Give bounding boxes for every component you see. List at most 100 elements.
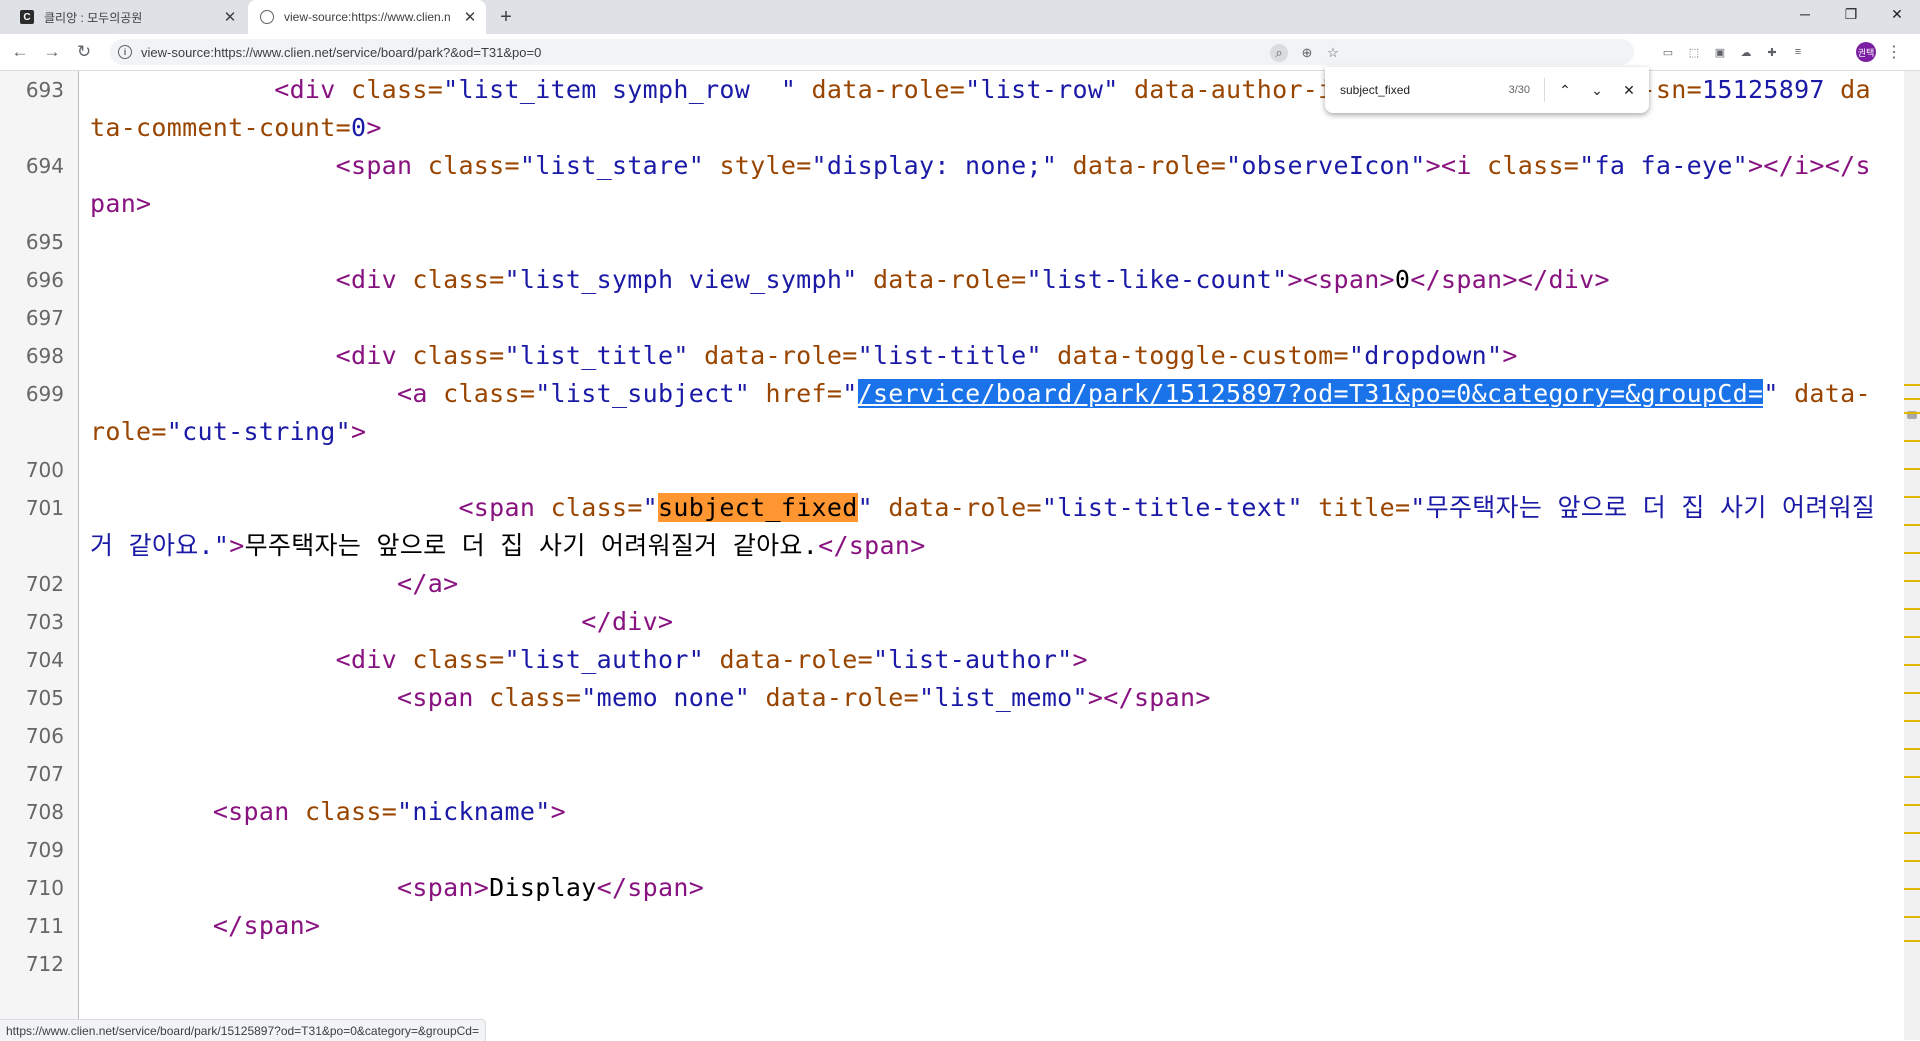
source-line: 706 [0, 717, 1904, 755]
source-line: 704 <div class="list_author" data-role="… [0, 641, 1904, 679]
new-tab-button[interactable]: + [494, 6, 518, 28]
code-text: <div class="list_title" data-role="list-… [335, 341, 1518, 370]
source-line: 708 <span class="nickname"> [0, 793, 1904, 831]
code-text: <div class="list_symph view_symph" data-… [335, 265, 1610, 294]
find-next-button[interactable]: ⌄ [1581, 74, 1613, 106]
code-text: <span class="nickname"> [212, 797, 566, 826]
code-text: </a> [397, 569, 459, 598]
find-marker [1904, 720, 1920, 722]
line-number: 705 [25, 686, 64, 710]
source-line: 701 <span class="subject_fixed" data-rol… [0, 489, 1904, 565]
find-marker [1904, 384, 1920, 386]
address-url[interactable]: view-source:https://www.clien.net/servic… [141, 45, 541, 60]
selected-href-link[interactable]: /service/board/park/15125897?od=T31&po=0… [857, 379, 1764, 408]
extensions-puzzle-icon[interactable]: ✚ [1764, 44, 1780, 60]
line-number: 694 [25, 154, 64, 178]
tab-strip: C 클리앙 : 모두의공원 ✕ view-source:https://www.… [0, 0, 1920, 34]
code-text: <a class="list_subject" href="/service/b… [90, 379, 1871, 446]
tab-title: view-source:https://www.clien.n [284, 10, 451, 24]
find-marker [1904, 552, 1920, 554]
extension-pdf-icon[interactable]: ⬚ [1686, 44, 1702, 60]
find-close-button[interactable]: ✕ [1613, 74, 1645, 106]
code-text: <span class="memo none" data-role="list_… [397, 683, 1211, 712]
profile-avatar[interactable]: 권택 [1856, 42, 1876, 62]
like-count-text: 0 [1394, 265, 1411, 294]
line-number: 707 [25, 762, 64, 786]
source-line: 709 [0, 831, 1904, 869]
find-marker [1904, 916, 1920, 918]
find-marker [1904, 940, 1920, 942]
find-marker [1904, 664, 1920, 666]
tab-clien-park[interactable]: C 클리앙 : 모두의공원 ✕ [10, 0, 246, 34]
find-marker [1904, 860, 1920, 862]
maximize-button[interactable]: ❐ [1828, 0, 1874, 28]
close-tab-icon[interactable]: ✕ [458, 8, 482, 26]
extension-ex-icon[interactable]: ▣ [1712, 44, 1728, 60]
find-previous-button[interactable]: ⌃ [1549, 74, 1581, 106]
source-line: 699 <a class="list_subject" href="/servi… [0, 375, 1904, 451]
code-text: <div class="list_author" data-role="list… [335, 645, 1088, 674]
bookmark-star-icon[interactable]: ☆ [1324, 44, 1342, 62]
find-in-page-icon[interactable]: ⌕ [1270, 44, 1288, 62]
find-marker [1904, 496, 1920, 498]
source-line: 707 [0, 755, 1904, 793]
find-input[interactable]: subject_fixed [1340, 83, 1490, 97]
source-line: 700 [0, 451, 1904, 489]
find-match-count: 3/30 [1508, 84, 1530, 96]
source-line: 695 [0, 223, 1904, 261]
line-number: 708 [25, 800, 64, 824]
link-status-bubble: https://www.clien.net/service/board/park… [0, 1019, 486, 1041]
nickname-display-text: Display [489, 873, 597, 902]
find-marker [1904, 776, 1920, 778]
find-marker [1904, 398, 1920, 400]
line-number: 702 [25, 572, 64, 596]
source-line: 702 </a> [0, 565, 1904, 603]
back-button[interactable]: ← [8, 40, 32, 64]
code-text: <span class="list_stare" style="display:… [90, 151, 1871, 218]
line-number: 693 [25, 78, 64, 102]
line-number: 698 [25, 344, 64, 368]
find-marker [1904, 804, 1920, 806]
find-marker [1904, 468, 1920, 470]
source-line: 710 <span>Display</span> [0, 869, 1904, 907]
find-marker [1904, 888, 1920, 890]
line-number: 696 [25, 268, 64, 292]
close-window-button[interactable]: ✕ [1874, 0, 1920, 28]
site-info-icon[interactable]: i [118, 45, 132, 59]
address-bar[interactable]: i view-source:https://www.clien.net/serv… [110, 39, 1634, 65]
browser-toolbar: ← → ↻ i view-source:https://www.clien.ne… [0, 34, 1920, 71]
code-text: <span class="subject_fixed" data-role="l… [90, 493, 1876, 560]
find-result-markers [1904, 384, 1920, 944]
line-number: 706 [25, 724, 64, 748]
source-line: 703 </div> [0, 603, 1904, 641]
find-marker [1904, 748, 1920, 750]
source-line: 696 <div class="list_symph view_symph" d… [0, 261, 1904, 299]
close-tab-icon[interactable]: ✕ [218, 8, 242, 26]
tab-view-source[interactable]: view-source:https://www.clien.n ✕ [248, 0, 486, 34]
find-marker [1904, 440, 1920, 442]
find-marker [1904, 412, 1920, 414]
find-marker [1904, 580, 1920, 582]
reading-list-icon[interactable]: ≡ [1790, 44, 1806, 60]
minimize-button[interactable]: ─ [1782, 0, 1828, 28]
line-number: 712 [25, 952, 64, 976]
line-number: 709 [25, 838, 64, 862]
extension-cloud-icon[interactable]: ☁ [1738, 44, 1754, 60]
forward-button[interactable]: → [40, 40, 64, 64]
find-marker [1904, 832, 1920, 834]
zoom-icon[interactable]: ⊕ [1298, 44, 1316, 62]
line-number: 710 [25, 876, 64, 900]
line-number: 697 [25, 306, 64, 330]
find-marker [1904, 524, 1920, 526]
line-number: 703 [25, 610, 64, 634]
window-controls: ─ ❐ ✕ [1782, 0, 1920, 28]
menu-icon[interactable]: ⋮ [1886, 44, 1902, 61]
source-line: 694 <span class="list_stare" style="disp… [0, 147, 1904, 223]
extension-reader-icon[interactable]: ▭ [1660, 44, 1676, 60]
reload-button[interactable]: ↻ [72, 40, 96, 64]
